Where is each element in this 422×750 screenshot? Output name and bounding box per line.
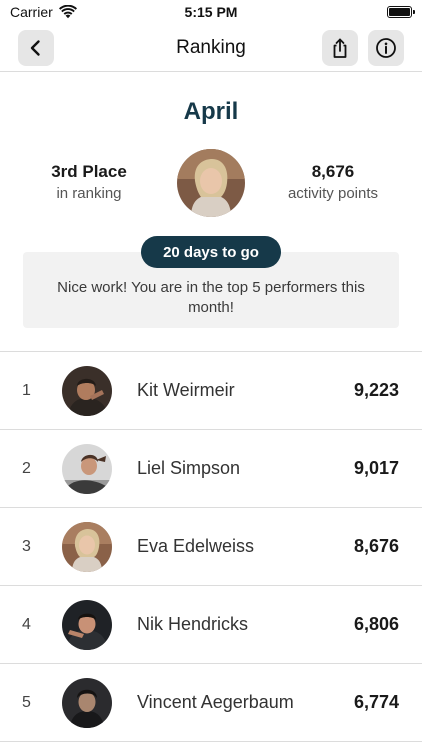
days-remaining-badge: 20 days to go xyxy=(141,236,281,268)
ranking-row[interactable]: 4 Nik Hendricks 6,806 xyxy=(0,586,422,664)
rank-name: Eva Edelweiss xyxy=(137,536,255,556)
rank-position: 5 xyxy=(22,694,31,711)
rank-name: Nik Hendricks xyxy=(137,614,249,634)
month-title: April xyxy=(183,98,239,125)
rank-position: 2 xyxy=(22,460,31,477)
user-avatar xyxy=(177,149,245,217)
ranking-row[interactable]: 1 Kit Weirmeir 9,223 xyxy=(0,352,422,430)
points-value: 8,676 xyxy=(311,162,355,181)
rank-points: 6,806 xyxy=(353,614,399,634)
rank-points: 9,223 xyxy=(353,380,399,400)
navigation-bar: Ranking xyxy=(0,26,422,72)
rank-points: 8,676 xyxy=(353,536,399,556)
info-icon xyxy=(376,38,396,58)
placement-stat: 3rd Place in ranking xyxy=(14,162,164,202)
placement-caption: in ranking xyxy=(56,185,122,202)
rank-position: 3 xyxy=(22,538,31,555)
info-button[interactable] xyxy=(368,30,404,66)
avatar xyxy=(62,600,112,650)
ranking-row[interactable]: 5 Vincent Aegerbaum 6,774 xyxy=(0,664,422,742)
notice-message: Nice work! You are in the top 5 performe… xyxy=(57,279,365,316)
rank-name: Kit Weirmeir xyxy=(137,380,235,400)
ranking-list: 1 Kit Weirmeir 9,223 2 Liel Simpson 9,01… xyxy=(0,351,422,742)
avatar xyxy=(62,522,112,572)
rank-position: 4 xyxy=(22,616,31,633)
ranking-row[interactable]: 3 Eva Edelweiss 8,676 xyxy=(0,508,422,586)
avatar xyxy=(62,366,112,416)
rank-points: 6,774 xyxy=(353,692,399,712)
placement-value: 3rd Place xyxy=(51,162,127,181)
status-bar: Carrier 5:15 PM xyxy=(0,0,422,26)
rank-name: Vincent Aegerbaum xyxy=(137,692,294,712)
rank-points: 9,017 xyxy=(353,458,399,478)
rank-position: 1 xyxy=(22,382,31,399)
page-title: Ranking xyxy=(176,37,246,58)
share-button[interactable] xyxy=(322,30,358,66)
points-caption: activity points xyxy=(287,185,379,202)
avatar xyxy=(62,678,112,728)
points-stat: 8,676 activity points xyxy=(258,162,408,202)
ranking-row[interactable]: 2 Liel Simpson 9,017 xyxy=(0,430,422,508)
battery-icon xyxy=(387,6,415,18)
avatar xyxy=(62,444,112,494)
status-time: 5:15 PM xyxy=(184,4,238,20)
rank-name: Liel Simpson xyxy=(137,458,241,478)
share-icon xyxy=(333,38,347,58)
